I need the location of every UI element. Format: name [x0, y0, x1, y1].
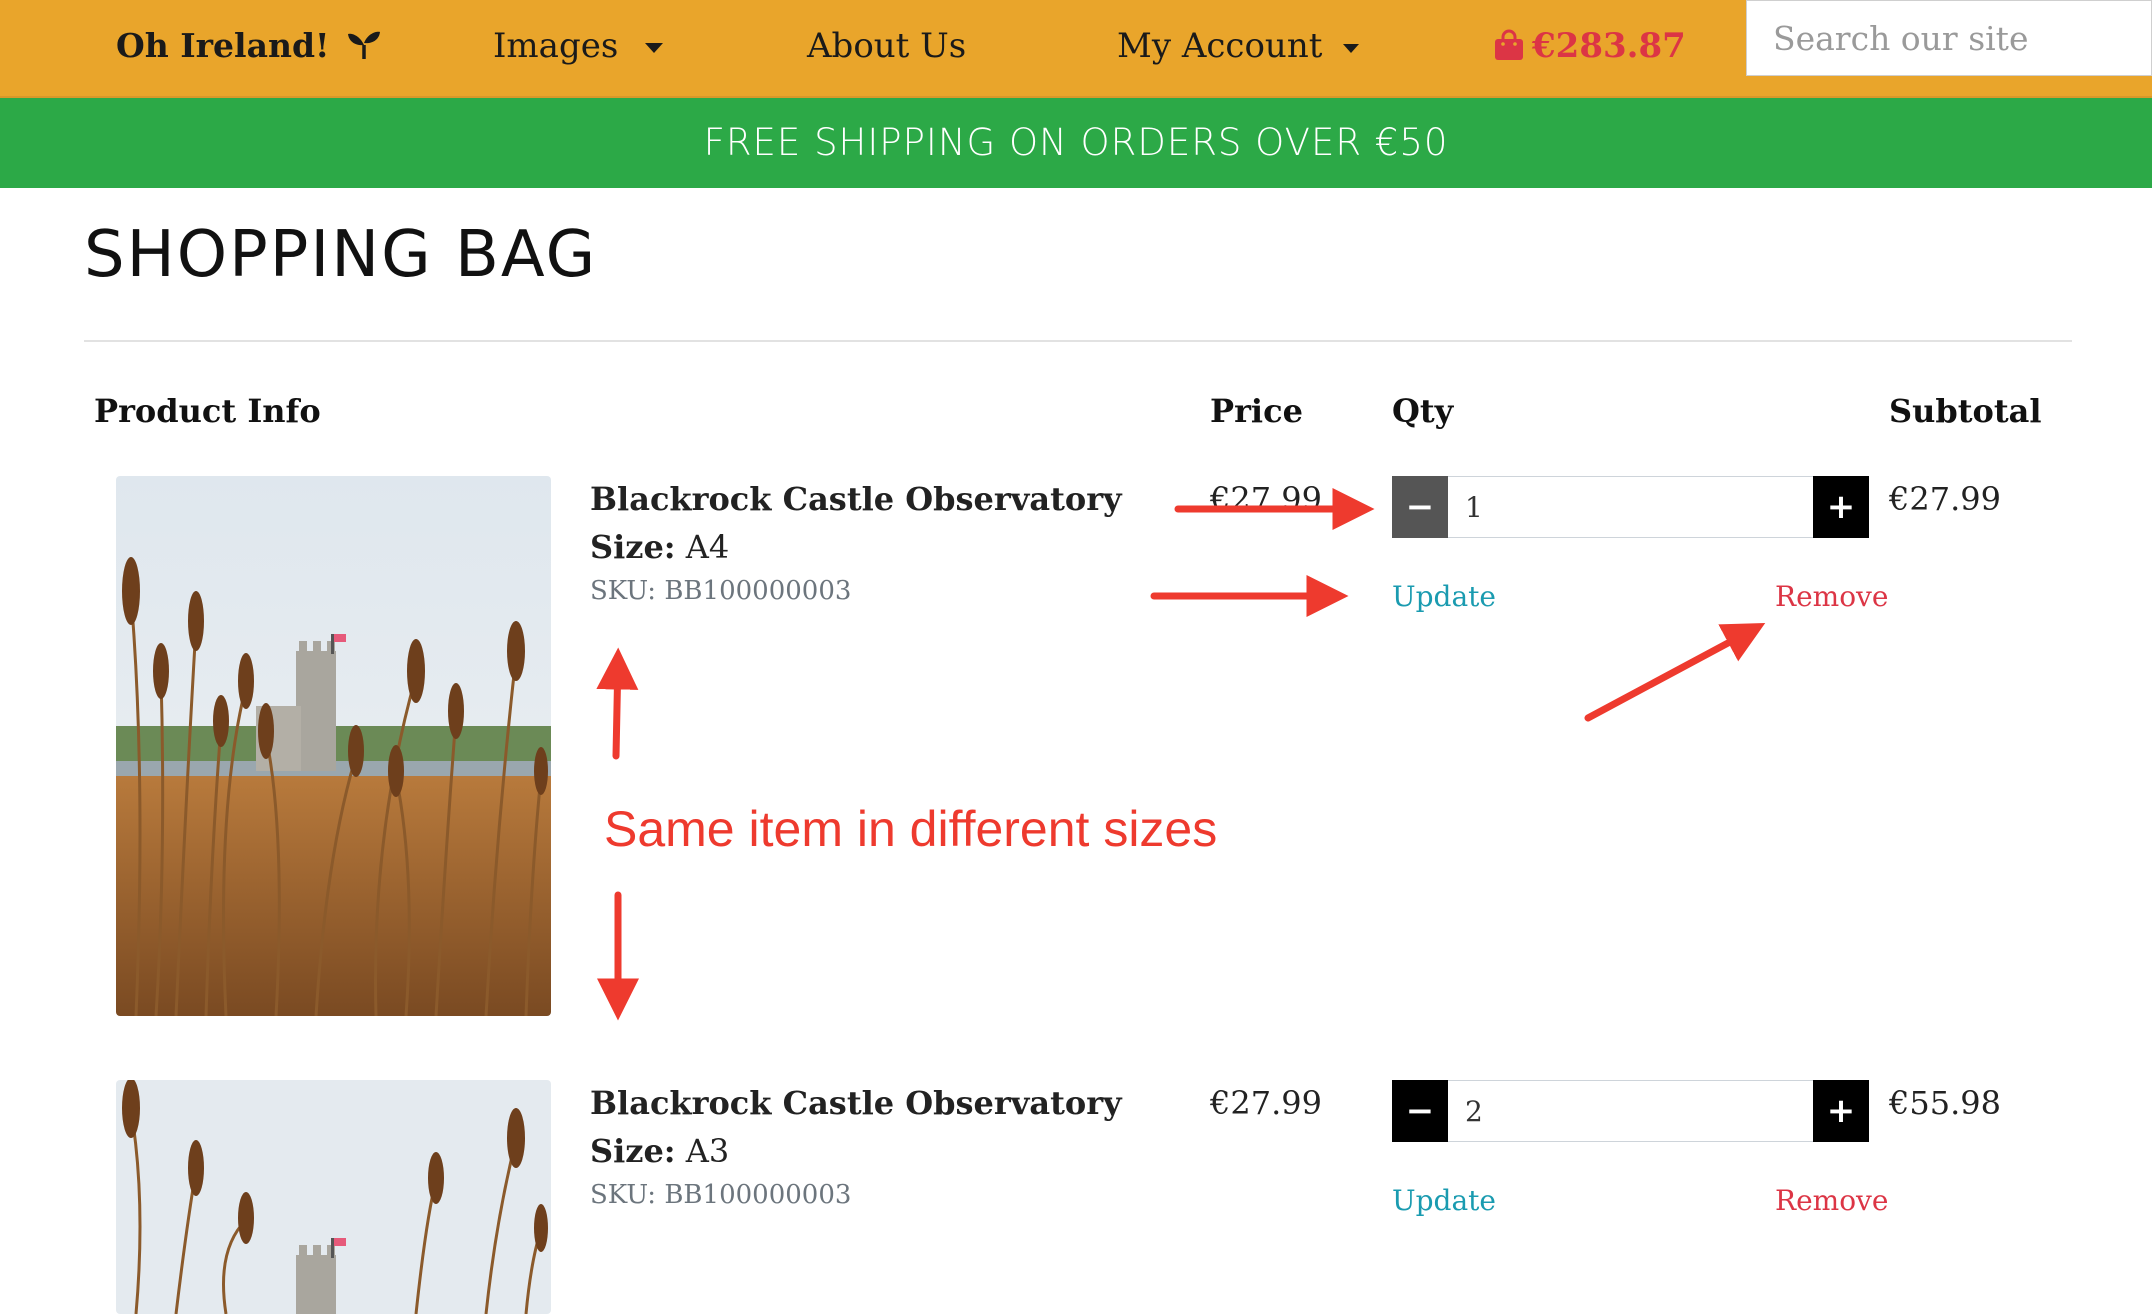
nav-my-account-dropdown[interactable]: My Account [1117, 26, 1360, 66]
minus-icon: − [1405, 487, 1435, 527]
quantity-input[interactable] [1449, 477, 1809, 537]
product-name: Blackrock Castle Observatory [590, 480, 1122, 518]
nav-my-account-label: My Account [1117, 26, 1323, 66]
quantity-input[interactable] [1449, 1081, 1809, 1141]
product-name: Blackrock Castle Observatory [590, 1084, 1122, 1122]
arrow-to-remove [1584, 623, 1766, 722]
product-image[interactable] [116, 1080, 551, 1314]
chevron-down-icon [1343, 43, 1360, 53]
nav-images-dropdown[interactable]: Images [493, 26, 664, 66]
search-input[interactable] [1747, 1, 2151, 75]
product-image[interactable] [116, 476, 551, 1016]
divider [84, 340, 2072, 342]
size-value: A3 [685, 1132, 730, 1170]
chevron-down-icon [645, 43, 664, 53]
plus-icon: + [1826, 487, 1856, 527]
free-shipping-banner: FREE SHIPPING ON ORDERS OVER €50 [0, 98, 2152, 188]
decrement-button[interactable]: − [1392, 476, 1448, 538]
brand-name: Oh Ireland! [116, 26, 330, 65]
size-label: Size: [590, 528, 676, 566]
header-qty: Qty [1392, 392, 1454, 430]
nav-images-label: Images [493, 26, 619, 66]
page-title: SHOPPING BAG [84, 218, 598, 292]
nav-about-us-link[interactable]: About Us [807, 26, 966, 66]
decrement-button[interactable]: − [1392, 1080, 1448, 1142]
product-subtotal: €55.98 [1889, 1084, 2001, 1122]
search-box [1746, 0, 2152, 76]
sprout-icon [347, 29, 381, 68]
header-subtotal: Subtotal [1889, 392, 2042, 430]
product-price: €27.99 [1210, 1084, 1322, 1122]
quantity-stepper: − + [1392, 476, 1869, 538]
product-size: Size: A3 [590, 1132, 729, 1170]
update-link[interactable]: Update [1392, 580, 1496, 613]
bag-total: €283.87 [1532, 26, 1686, 66]
remove-link[interactable]: Remove [1775, 1184, 1888, 1217]
product-sku: SKU: BB100000003 [590, 576, 852, 606]
update-link[interactable]: Update [1392, 1184, 1496, 1217]
shopping-bag-icon [1494, 26, 1532, 66]
size-value: A4 [685, 528, 730, 566]
product-size: Size: A4 [590, 528, 729, 566]
quantity-stepper: − + [1392, 1080, 1869, 1142]
arrow-up-to-item1 [596, 647, 639, 760]
minus-icon: − [1405, 1091, 1435, 1131]
shopping-bag-link[interactable]: €283.87 [1494, 26, 1686, 66]
plus-icon: + [1826, 1091, 1856, 1131]
product-price: €27.99 [1210, 480, 1322, 518]
header-product-info: Product Info [94, 392, 321, 430]
product-sku: SKU: BB100000003 [590, 1180, 852, 1210]
header-price: Price [1210, 392, 1303, 430]
increment-button[interactable]: + [1813, 476, 1869, 538]
size-label: Size: [590, 1132, 676, 1170]
annotation-text: Same item in different sizes [604, 801, 1218, 857]
increment-button[interactable]: + [1813, 1080, 1869, 1142]
brand-logo-link[interactable]: Oh Ireland! [116, 26, 381, 68]
remove-link[interactable]: Remove [1775, 580, 1888, 613]
product-subtotal: €27.99 [1889, 480, 2001, 518]
top-navbar: Oh Ireland! Images About Us My Account €… [0, 0, 2152, 98]
